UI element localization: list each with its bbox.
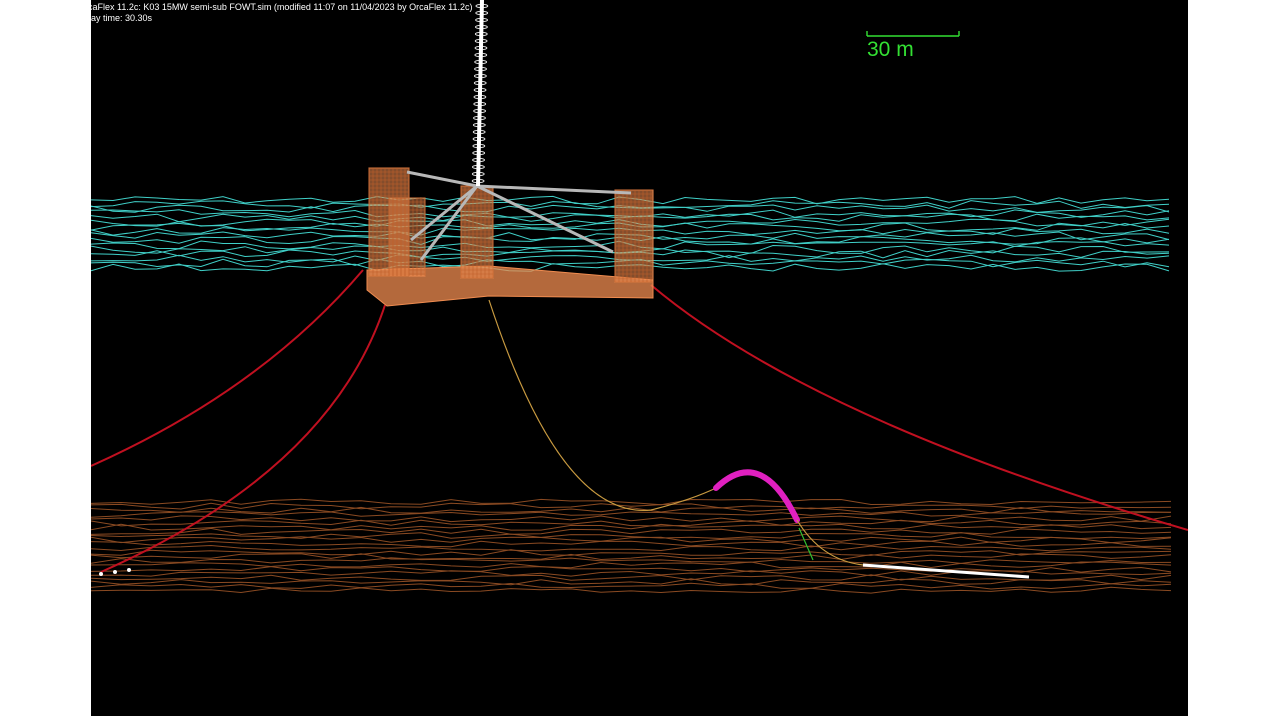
replay-time-label: lay time: 30.30s	[91, 13, 153, 23]
mooring-line-2[interactable]	[100, 304, 386, 573]
mooring-line-3[interactable]	[650, 284, 1188, 531]
scale-bar-label: 30 m	[867, 38, 914, 61]
simulation-title: caFlex 11.2c: K03 15MW semi-sub FOWT.sim…	[91, 2, 473, 12]
scale-bar	[866, 31, 960, 37]
power-cable[interactable]	[488, 299, 717, 512]
anchor-marker	[113, 570, 117, 574]
anchor-marker	[127, 568, 131, 572]
mooring-line-1[interactable]	[91, 269, 364, 467]
pontoon	[366, 265, 654, 307]
platform-braces	[406, 170, 632, 261]
3d-view-window[interactable]: caFlex 11.2c: K03 15MW semi-sub FOWT.sim…	[91, 0, 1188, 716]
scene-canvas[interactable]	[91, 0, 1188, 716]
seabed-mesh	[91, 498, 1172, 594]
anchor-marker	[99, 572, 103, 576]
